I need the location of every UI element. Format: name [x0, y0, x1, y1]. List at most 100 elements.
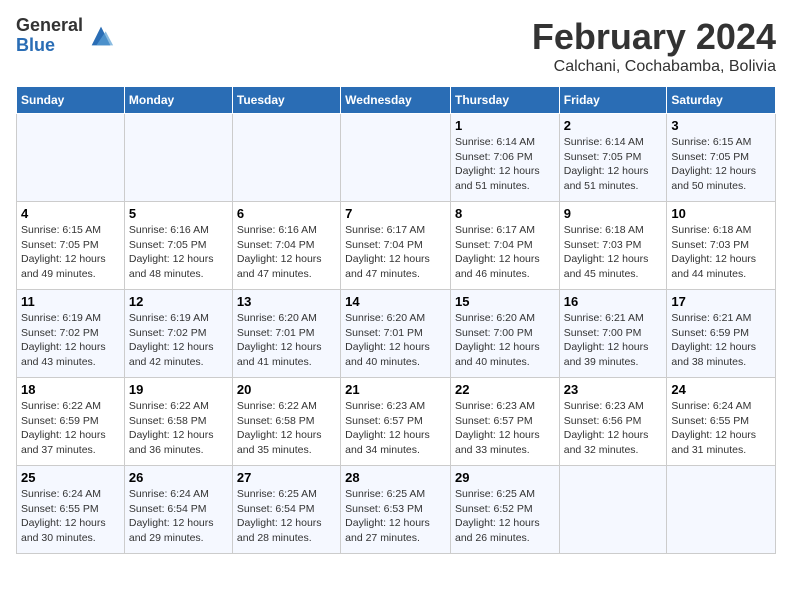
day-cell: 21 Sunrise: 6:23 AMSunset: 6:57 PMDayligh… [341, 378, 451, 466]
day-cell: 10 Sunrise: 6:18 AMSunset: 7:03 PMDayligh… [667, 202, 776, 290]
page-header: General Blue February 2024 Calchani, Coc… [16, 16, 776, 76]
day-number: 11 [21, 294, 120, 309]
logo-general-text: General [16, 16, 83, 36]
day-cell: 6 Sunrise: 6:16 AMSunset: 7:04 PMDaylight… [232, 202, 340, 290]
col-header-thursday: Thursday [450, 87, 559, 114]
col-header-wednesday: Wednesday [341, 87, 451, 114]
day-info: Sunrise: 6:20 AMSunset: 7:00 PMDaylight:… [455, 311, 555, 370]
day-cell [232, 114, 340, 202]
day-number: 25 [21, 470, 120, 485]
week-row-2: 4 Sunrise: 6:15 AMSunset: 7:05 PMDaylight… [17, 202, 776, 290]
day-number: 19 [129, 382, 228, 397]
day-info: Sunrise: 6:25 AMSunset: 6:54 PMDaylight:… [237, 487, 336, 546]
day-number: 27 [237, 470, 336, 485]
day-number: 13 [237, 294, 336, 309]
day-info: Sunrise: 6:24 AMSunset: 6:54 PMDaylight:… [129, 487, 228, 546]
day-info: Sunrise: 6:24 AMSunset: 6:55 PMDaylight:… [21, 487, 120, 546]
day-cell: 27 Sunrise: 6:25 AMSunset: 6:54 PMDayligh… [232, 466, 340, 554]
day-number: 8 [455, 206, 555, 221]
week-row-4: 18 Sunrise: 6:22 AMSunset: 6:59 PMDayligh… [17, 378, 776, 466]
day-number: 9 [564, 206, 663, 221]
calendar-table: SundayMondayTuesdayWednesdayThursdayFrid… [16, 86, 776, 554]
logo-blue-text: Blue [16, 36, 83, 56]
day-cell: 5 Sunrise: 6:16 AMSunset: 7:05 PMDaylight… [124, 202, 232, 290]
day-info: Sunrise: 6:21 AMSunset: 6:59 PMDaylight:… [671, 311, 771, 370]
day-cell: 11 Sunrise: 6:19 AMSunset: 7:02 PMDayligh… [17, 290, 125, 378]
month-title: February 2024 [532, 16, 776, 58]
day-info: Sunrise: 6:24 AMSunset: 6:55 PMDaylight:… [671, 399, 771, 458]
day-info: Sunrise: 6:23 AMSunset: 6:57 PMDaylight:… [455, 399, 555, 458]
week-row-3: 11 Sunrise: 6:19 AMSunset: 7:02 PMDayligh… [17, 290, 776, 378]
day-cell: 12Sunrise: 6:19 AMSunset: 7:02 PMDayligh… [124, 290, 232, 378]
day-info: Sunrise: 6:23 AMSunset: 6:57 PMDaylight:… [345, 399, 446, 458]
col-header-sunday: Sunday [17, 87, 125, 114]
day-info: Sunrise: 6:25 AMSunset: 6:52 PMDaylight:… [455, 487, 555, 546]
day-info: Sunrise: 6:19 AMSunset: 7:02 PMDaylight:… [21, 311, 120, 370]
day-info: Sunrise: 6:25 AMSunset: 6:53 PMDaylight:… [345, 487, 446, 546]
day-number: 29 [455, 470, 555, 485]
day-number: 3 [671, 118, 771, 133]
day-number: 26 [129, 470, 228, 485]
day-cell: 23 Sunrise: 6:23 AMSunset: 6:56 PMDayligh… [559, 378, 667, 466]
title-block: February 2024 Calchani, Cochabamba, Boli… [532, 16, 776, 76]
day-info: Sunrise: 6:14 AMSunset: 7:05 PMDaylight:… [564, 135, 663, 194]
day-cell: 1 Sunrise: 6:14 AMSunset: 7:06 PMDaylight… [450, 114, 559, 202]
day-info: Sunrise: 6:18 AMSunset: 7:03 PMDaylight:… [671, 223, 771, 282]
day-cell: 22 Sunrise: 6:23 AMSunset: 6:57 PMDayligh… [450, 378, 559, 466]
day-info: Sunrise: 6:20 AMSunset: 7:01 PMDaylight:… [345, 311, 446, 370]
header-row: SundayMondayTuesdayWednesdayThursdayFrid… [17, 87, 776, 114]
col-header-saturday: Saturday [667, 87, 776, 114]
day-number: 5 [129, 206, 228, 221]
day-number: 18 [21, 382, 120, 397]
day-number: 22 [455, 382, 555, 397]
day-number: 6 [237, 206, 336, 221]
day-info: Sunrise: 6:22 AMSunset: 6:59 PMDaylight:… [21, 399, 120, 458]
day-info: Sunrise: 6:22 AMSunset: 6:58 PMDaylight:… [129, 399, 228, 458]
day-info: Sunrise: 6:16 AMSunset: 7:04 PMDaylight:… [237, 223, 336, 282]
day-cell: 9 Sunrise: 6:18 AMSunset: 7:03 PMDaylight… [559, 202, 667, 290]
day-number: 24 [671, 382, 771, 397]
day-cell: 24 Sunrise: 6:24 AMSunset: 6:55 PMDayligh… [667, 378, 776, 466]
day-number: 10 [671, 206, 771, 221]
col-header-tuesday: Tuesday [232, 87, 340, 114]
day-number: 15 [455, 294, 555, 309]
day-info: Sunrise: 6:23 AMSunset: 6:56 PMDaylight:… [564, 399, 663, 458]
day-number: 1 [455, 118, 555, 133]
day-number: 28 [345, 470, 446, 485]
day-number: 4 [21, 206, 120, 221]
day-cell: 25 Sunrise: 6:24 AMSunset: 6:55 PMDayligh… [17, 466, 125, 554]
logo-icon [87, 22, 115, 50]
day-cell: 7Sunrise: 6:17 AMSunset: 7:04 PMDaylight… [341, 202, 451, 290]
day-cell: 15 Sunrise: 6:20 AMSunset: 7:00 PMDayligh… [450, 290, 559, 378]
day-number: 16 [564, 294, 663, 309]
day-info: Sunrise: 6:21 AMSunset: 7:00 PMDaylight:… [564, 311, 663, 370]
col-header-monday: Monday [124, 87, 232, 114]
day-info: Sunrise: 6:15 AMSunset: 7:05 PMDaylight:… [671, 135, 771, 194]
col-header-friday: Friday [559, 87, 667, 114]
day-info: Sunrise: 6:14 AMSunset: 7:06 PMDaylight:… [455, 135, 555, 194]
day-number: 17 [671, 294, 771, 309]
day-cell: 17 Sunrise: 6:21 AMSunset: 6:59 PMDayligh… [667, 290, 776, 378]
day-number: 20 [237, 382, 336, 397]
week-row-5: 25 Sunrise: 6:24 AMSunset: 6:55 PMDayligh… [17, 466, 776, 554]
day-cell: 13 Sunrise: 6:20 AMSunset: 7:01 PMDayligh… [232, 290, 340, 378]
day-info: Sunrise: 6:17 AMSunset: 7:04 PMDaylight:… [455, 223, 555, 282]
day-cell: 29 Sunrise: 6:25 AMSunset: 6:52 PMDayligh… [450, 466, 559, 554]
day-cell [341, 114, 451, 202]
day-info: Sunrise: 6:18 AMSunset: 7:03 PMDaylight:… [564, 223, 663, 282]
day-info: Sunrise: 6:22 AMSunset: 6:58 PMDaylight:… [237, 399, 336, 458]
day-info: Sunrise: 6:20 AMSunset: 7:01 PMDaylight:… [237, 311, 336, 370]
day-cell: 8 Sunrise: 6:17 AMSunset: 7:04 PMDaylight… [450, 202, 559, 290]
location-title: Calchani, Cochabamba, Bolivia [532, 58, 776, 76]
day-number: 23 [564, 382, 663, 397]
logo: General Blue [16, 16, 115, 56]
day-number: 21 [345, 382, 446, 397]
day-cell: 26 Sunrise: 6:24 AMSunset: 6:54 PMDayligh… [124, 466, 232, 554]
day-number: 2 [564, 118, 663, 133]
day-info: Sunrise: 6:15 AMSunset: 7:05 PMDaylight:… [21, 223, 120, 282]
day-cell: 28 Sunrise: 6:25 AMSunset: 6:53 PMDayligh… [341, 466, 451, 554]
day-number: 7 [345, 206, 446, 221]
day-number: 14 [345, 294, 446, 309]
day-info: Sunrise: 6:16 AMSunset: 7:05 PMDaylight:… [129, 223, 228, 282]
day-cell: 14 Sunrise: 6:20 AMSunset: 7:01 PMDayligh… [341, 290, 451, 378]
